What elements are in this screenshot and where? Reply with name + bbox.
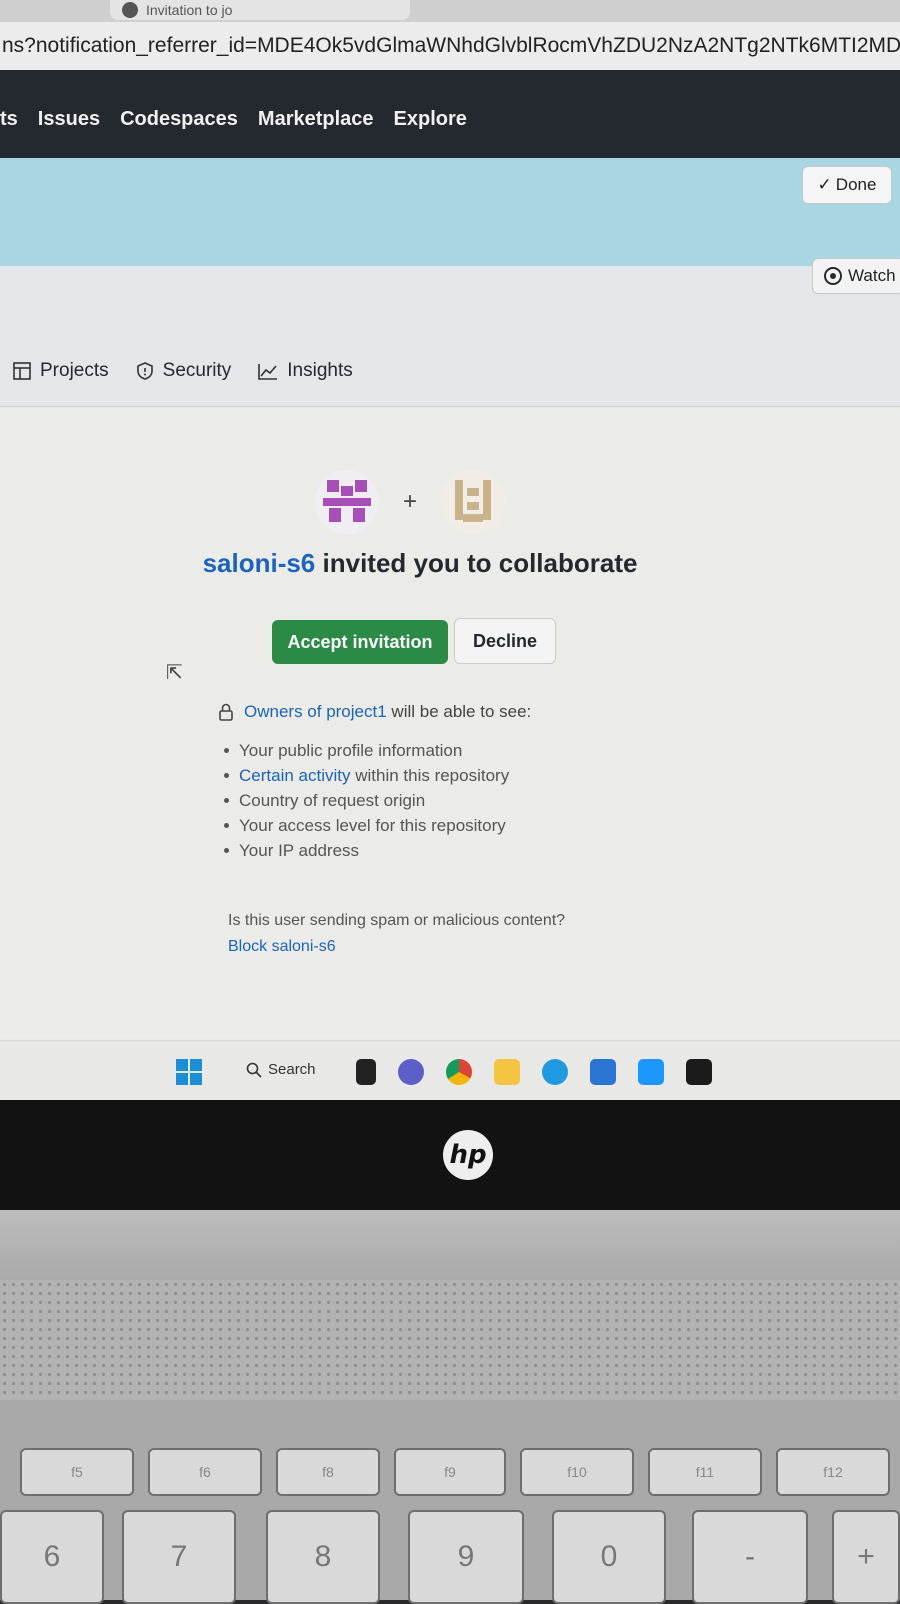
key-9[interactable]: 9 bbox=[408, 1510, 524, 1604]
f6-key[interactable]: f6 bbox=[148, 1448, 262, 1496]
f12-key[interactable]: f12 bbox=[776, 1448, 890, 1496]
plus-icon: + bbox=[403, 488, 418, 515]
permission-text: Your access level for this repository bbox=[239, 815, 506, 835]
done-label: Done bbox=[835, 175, 877, 194]
avatar-pair: + bbox=[315, 470, 506, 534]
browser-tab-bar: Invitation to jo bbox=[0, 0, 900, 22]
f9-key[interactable]: f9 bbox=[394, 1448, 506, 1496]
search-icon bbox=[246, 1062, 262, 1078]
check-icon: ✓ bbox=[817, 175, 832, 194]
chat-icon[interactable] bbox=[398, 1059, 424, 1085]
permission-text: Your IP address bbox=[239, 840, 360, 860]
taskbar-search-label: Search bbox=[268, 1061, 316, 1078]
block-user-link[interactable]: Block saloni-s6 bbox=[228, 938, 336, 956]
tab-insights-label: Insights bbox=[287, 360, 353, 381]
nav-item-issues[interactable]: Issues bbox=[38, 108, 100, 131]
file-explorer-icon[interactable] bbox=[494, 1059, 520, 1085]
address-bar[interactable]: ns?notification_referrer_id=MDE4Ok5vdGlm… bbox=[0, 22, 900, 70]
task-view-icon[interactable] bbox=[356, 1059, 376, 1085]
shield-icon bbox=[136, 362, 153, 380]
windows-start-icon[interactable] bbox=[176, 1059, 202, 1085]
graph-icon bbox=[258, 364, 278, 380]
done-button[interactable]: ✓ Done bbox=[802, 166, 892, 204]
tab-title: Invitation to jo bbox=[146, 2, 233, 18]
spam-question: Is this user sending spam or malicious c… bbox=[228, 912, 566, 929]
nav-item-marketplace[interactable]: Marketplace bbox=[258, 108, 374, 131]
key-0[interactable]: 0 bbox=[552, 1510, 666, 1604]
github-icon bbox=[122, 2, 138, 18]
inviter-avatar[interactable] bbox=[315, 470, 379, 534]
key-6[interactable]: 6 bbox=[0, 1510, 104, 1604]
github-header: ts Issues Codespaces Marketplace Explore bbox=[0, 70, 900, 158]
mouse-cursor-icon: ⇱ bbox=[166, 662, 183, 684]
tab-insights[interactable]: Insights bbox=[257, 360, 353, 382]
lock-icon bbox=[219, 703, 233, 721]
permission-text: within this repository bbox=[350, 765, 510, 785]
table-icon bbox=[13, 362, 31, 380]
user-avatar[interactable] bbox=[441, 470, 506, 534]
taskbar-search[interactable]: Search bbox=[246, 1061, 316, 1078]
eye-icon bbox=[824, 267, 842, 285]
f11-key[interactable]: f11 bbox=[648, 1448, 762, 1496]
windows-taskbar: Search bbox=[0, 1040, 900, 1100]
list-item: Country of request origin bbox=[224, 788, 509, 813]
inviter-link[interactable]: saloni-s6 bbox=[203, 548, 316, 578]
global-nav: ts Issues Codespaces Marketplace Explore bbox=[0, 108, 467, 131]
store-icon[interactable] bbox=[590, 1059, 616, 1085]
list-item: Certain activity within this repository bbox=[224, 763, 509, 788]
tab-projects[interactable]: Projects bbox=[12, 360, 109, 382]
f10-key[interactable]: f10 bbox=[520, 1448, 634, 1496]
watch-button[interactable]: Watch bbox=[812, 258, 900, 294]
netflix-icon[interactable] bbox=[686, 1059, 712, 1085]
f5-key[interactable]: f5 bbox=[20, 1448, 134, 1496]
speaker-grille bbox=[0, 1280, 900, 1400]
browser-tab[interactable]: Invitation to jo bbox=[110, 0, 410, 20]
nav-item-codespaces[interactable]: Codespaces bbox=[120, 108, 238, 131]
prime-video-icon[interactable] bbox=[638, 1059, 664, 1085]
accept-invitation-button[interactable]: Accept invitation bbox=[272, 620, 448, 664]
permission-list: Your public profile information Certain … bbox=[224, 738, 509, 863]
owners-text: will be able to see: bbox=[386, 702, 532, 721]
laptop-screen: Invitation to jo ns?notification_referre… bbox=[0, 0, 900, 1100]
list-item: Your public profile information bbox=[224, 738, 509, 763]
tab-projects-label: Projects bbox=[40, 360, 109, 381]
list-item: Your IP address bbox=[224, 838, 509, 863]
key-8[interactable]: 8 bbox=[266, 1510, 380, 1604]
watch-label: Watch bbox=[848, 266, 896, 285]
permission-text: Country of request origin bbox=[239, 790, 426, 810]
list-item: Your access level for this repository bbox=[224, 813, 509, 838]
invitation-title: saloni-s6 invited you to collaborate bbox=[0, 548, 840, 579]
owners-link[interactable]: Owners of project1 bbox=[244, 702, 387, 721]
repo-header bbox=[0, 266, 900, 407]
nav-item-explore[interactable]: Explore bbox=[394, 108, 467, 131]
key-plus[interactable]: + bbox=[832, 1510, 900, 1604]
repo-tabs: Projects Security Insights bbox=[12, 360, 353, 382]
decline-button[interactable]: Decline bbox=[454, 618, 556, 664]
edge-icon[interactable] bbox=[542, 1059, 568, 1085]
key-minus[interactable]: - bbox=[692, 1510, 808, 1604]
laptop-hinge bbox=[0, 1210, 900, 1280]
f8-key[interactable]: f8 bbox=[276, 1448, 380, 1496]
hp-logo: hp bbox=[443, 1130, 493, 1180]
invitation-message: invited you to collaborate bbox=[315, 548, 638, 578]
tab-security-label: Security bbox=[162, 360, 232, 381]
owners-notice: Owners of project1 will be able to see: bbox=[218, 702, 531, 722]
nav-item-pulls[interactable]: ts bbox=[0, 108, 18, 131]
tab-security[interactable]: Security bbox=[135, 360, 232, 382]
key-7[interactable]: 7 bbox=[122, 1510, 236, 1604]
taskbar-apps bbox=[356, 1059, 712, 1085]
notification-banner: ✓ Done bbox=[0, 158, 900, 266]
permission-text: Your public profile information bbox=[239, 740, 463, 760]
certain-activity-link[interactable]: Certain activity bbox=[239, 766, 350, 785]
chrome-icon[interactable] bbox=[446, 1059, 472, 1085]
